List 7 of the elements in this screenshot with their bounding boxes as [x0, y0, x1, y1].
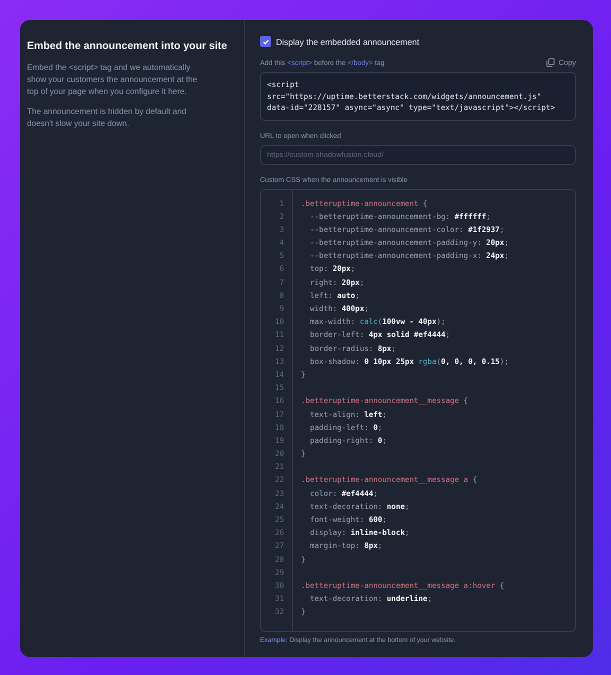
section-title: Embed the announcement into your site: [27, 40, 228, 52]
description-text: The announcement is hidden by default and doesn't slow your site down.: [27, 106, 188, 130]
checkbox-label: Display the embedded announcement: [276, 36, 420, 46]
copy-icon: [546, 58, 556, 67]
description-text: Embed the <script> tag and we automatically show your customers the announcement at the top of your page when you configure it here.: [27, 62, 198, 98]
checkbox[interactable]: [260, 36, 271, 47]
css-code-editor[interactable]: [260, 188, 576, 632]
